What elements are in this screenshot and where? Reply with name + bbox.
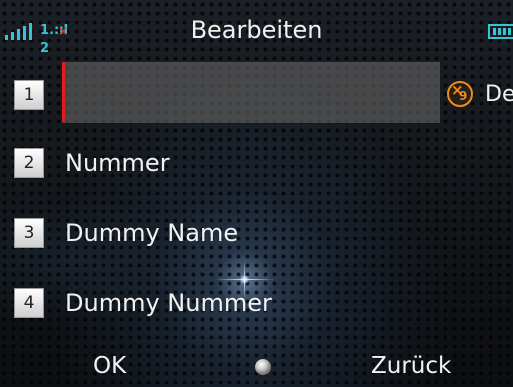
phone-screen: 1.:ıl 2 × Bearbeiten × 9 De 1 2 Nummer 3 … <box>0 0 513 387</box>
page-title: Bearbeiten <box>190 16 323 44</box>
back-softkey[interactable]: Zurück <box>371 345 451 387</box>
list-item[interactable]: 4 Dummy Nummer <box>0 283 513 323</box>
item-number-box: 4 <box>14 288 44 318</box>
battery-icon <box>488 24 513 39</box>
center-select-icon[interactable] <box>255 359 271 375</box>
list-item[interactable]: 1 <box>0 75 513 115</box>
list-item-label: Dummy Name <box>65 219 239 247</box>
wallpaper-dot-texture <box>0 0 513 387</box>
item-number-box: 3 <box>14 218 44 248</box>
list-item-label: Dummy Nummer <box>65 289 272 317</box>
list-item[interactable]: 3 Dummy Name <box>0 213 513 253</box>
item-number-box: 1 <box>14 80 44 110</box>
item-number-box: 2 <box>14 148 44 178</box>
status-bar: 1.:ıl 2 × Bearbeiten <box>0 0 513 56</box>
list-item[interactable]: 2 Nummer <box>0 143 513 183</box>
list-item-label: Nummer <box>65 149 170 177</box>
ok-softkey[interactable]: OK <box>93 345 126 387</box>
